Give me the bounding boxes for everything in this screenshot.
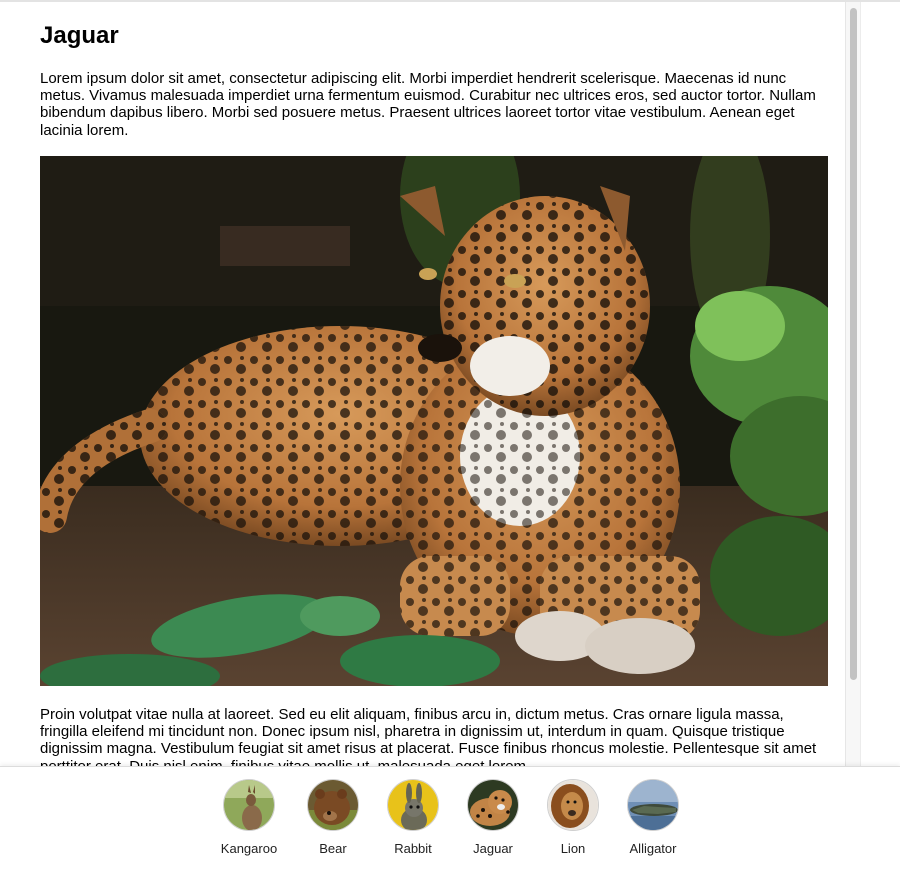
right-gutter [860, 2, 900, 768]
nav-label: Alligator [629, 841, 677, 856]
scrollbar-thumb[interactable] [850, 8, 857, 680]
body-paragraph: Proin volutpat vitae nulla at laoreet. S… [40, 706, 817, 768]
nav-label: Lion [560, 841, 586, 856]
nav-label: Jaguar [473, 841, 513, 856]
page-title: Jaguar [40, 22, 119, 49]
bear-icon [307, 779, 359, 831]
nav-item-lion[interactable]: Lion [533, 779, 613, 863]
nav-label: Bear [319, 841, 347, 856]
article: Jaguar Lorem ipsum dolor sit amet, conse… [40, 2, 828, 768]
vertical-scrollbar[interactable] [845, 2, 860, 768]
nav-item-alligator[interactable]: Alligator [613, 779, 693, 863]
nav-item-rabbit[interactable]: Rabbit [373, 779, 453, 863]
article-scroll-area[interactable]: Jaguar Lorem ipsum dolor sit amet, conse… [0, 2, 845, 768]
nav-label: Rabbit [394, 841, 432, 856]
kangaroo-icon [223, 779, 275, 831]
lion-icon [547, 779, 599, 831]
nav-item-jaguar[interactable]: Jaguar [453, 779, 533, 863]
jaguar-icon [467, 779, 519, 831]
alligator-icon [627, 779, 679, 831]
jaguar-photo [40, 156, 828, 686]
intro-paragraph: Lorem ipsum dolor sit amet, consectetur … [40, 70, 816, 139]
nav-item-bear[interactable]: Bear [293, 779, 373, 863]
nav-label: Kangaroo [220, 841, 278, 856]
nav-item-kangaroo[interactable]: Kangaroo [209, 779, 289, 863]
animal-nav-bar: Kangaroo Bear Rabbit Jaguar Lion Alligat… [0, 766, 900, 869]
rabbit-icon [387, 779, 439, 831]
